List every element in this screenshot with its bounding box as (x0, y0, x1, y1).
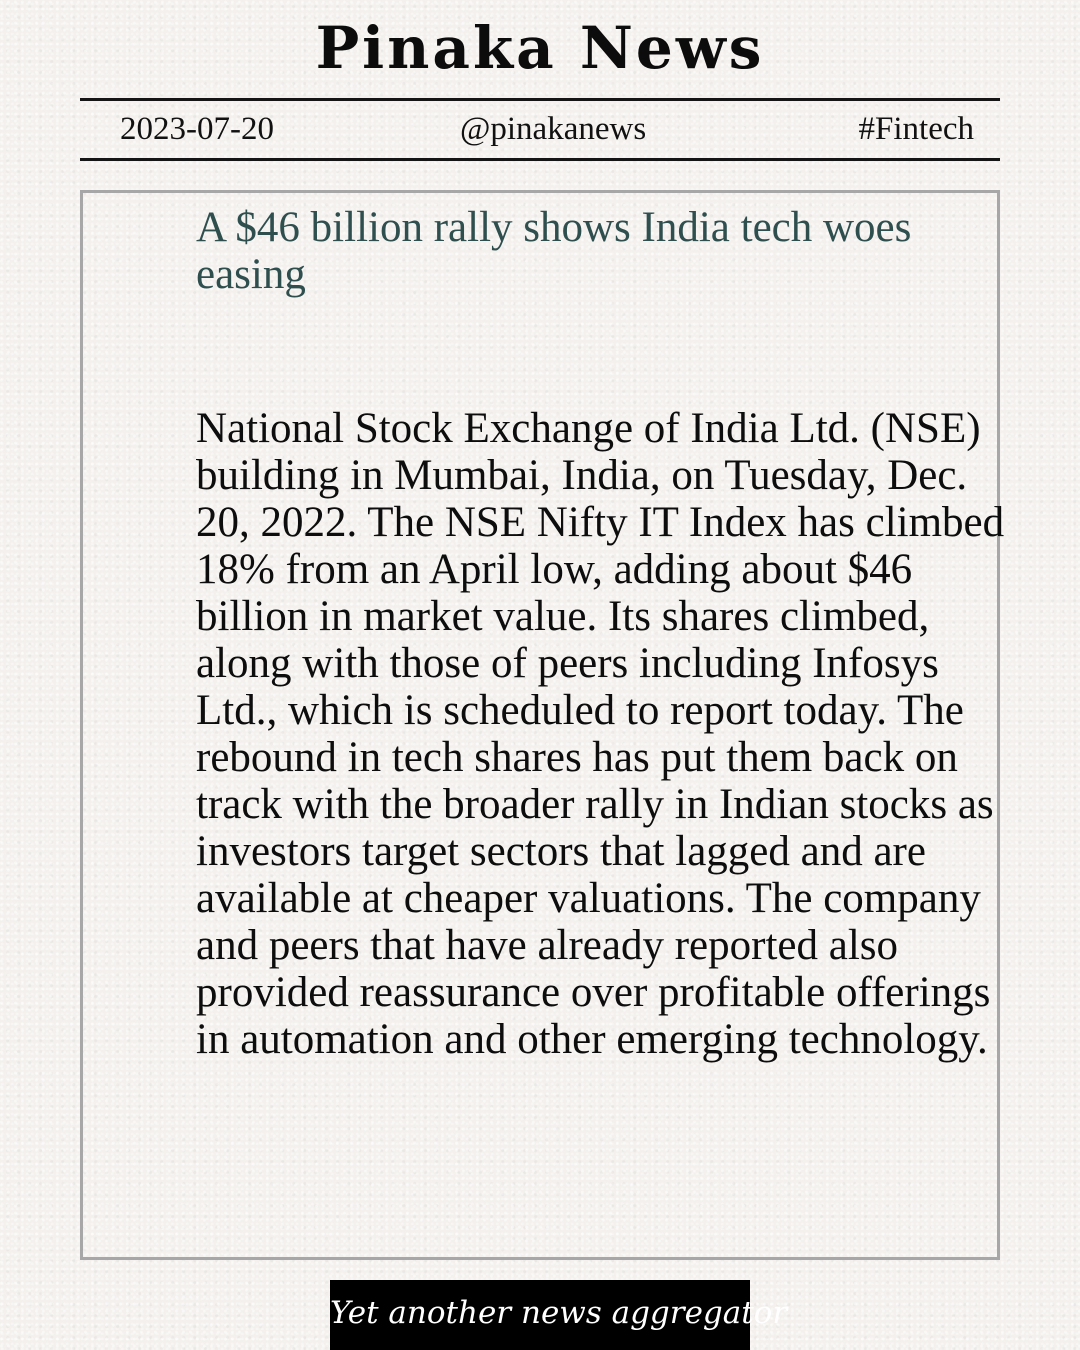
social-handle: @pinakanews (460, 111, 647, 147)
article-body: National Stock Exchange of India Ltd. (N… (196, 405, 1005, 1063)
publish-date: 2023-07-20 (120, 111, 274, 147)
meta-row: 2023-07-20 @pinakanews #Fintech (80, 101, 1000, 158)
category-hashtag: #Fintech (858, 111, 974, 147)
bottom-rule (80, 158, 1000, 161)
article-headline: A $46 billion rally shows India tech woe… (196, 204, 912, 298)
masthead-title: Pinaka News (315, 14, 765, 82)
footer-tagline: Yet another news aggregator (330, 1280, 787, 1350)
